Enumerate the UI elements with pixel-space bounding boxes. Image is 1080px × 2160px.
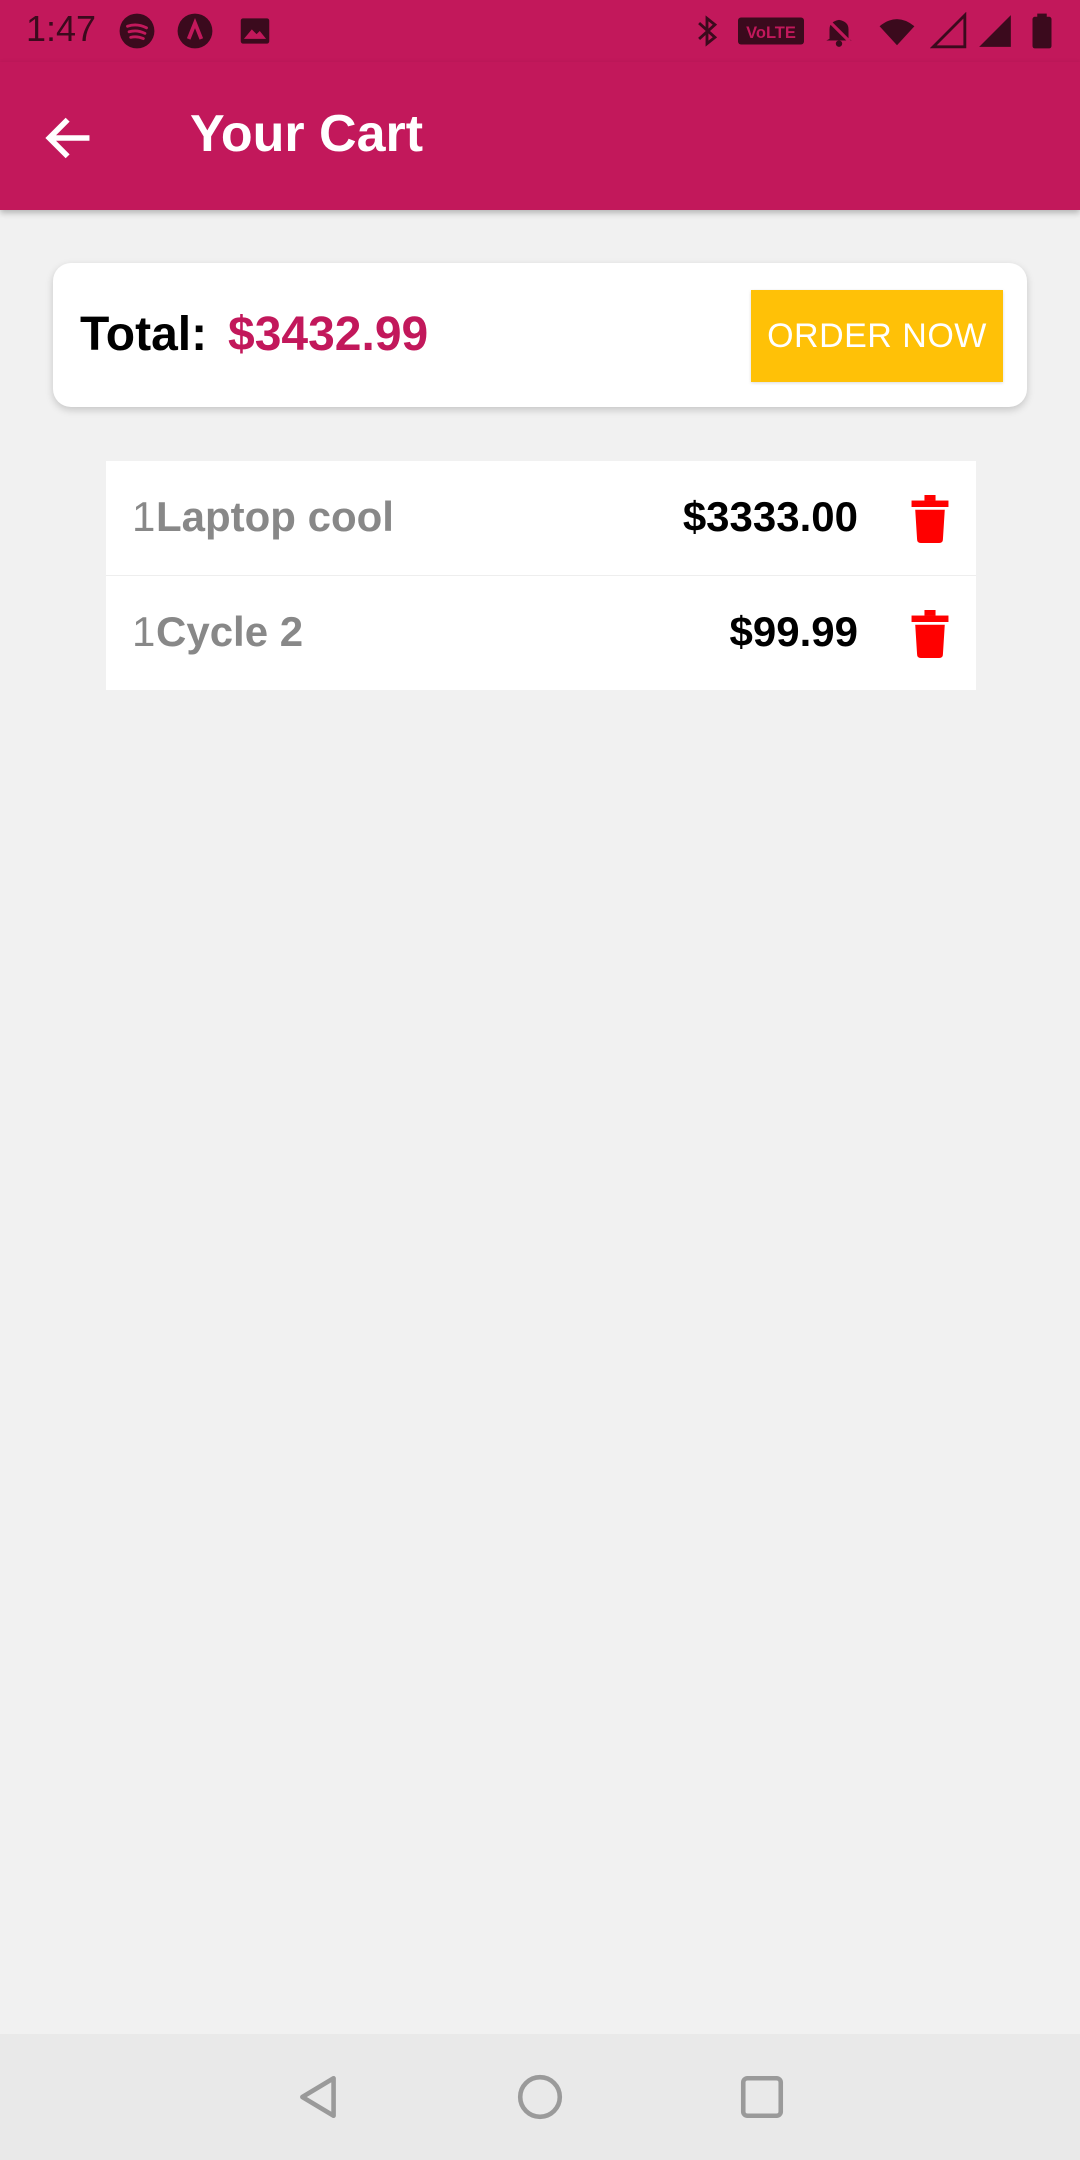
trash-icon[interactable] — [911, 610, 949, 658]
total-label: Total: — [80, 308, 208, 361]
cart-item: 1 Laptop cool $3333.00 — [106, 461, 976, 576]
app-a-icon — [176, 12, 214, 50]
wifi-icon — [878, 12, 916, 50]
bluetooth-icon — [688, 12, 726, 50]
item-quantity: 1 — [132, 608, 156, 655]
signal-icon — [976, 12, 1014, 50]
trash-icon[interactable] — [911, 495, 949, 543]
mute-bell-icon — [820, 12, 858, 50]
recents-square-icon[interactable] — [737, 2072, 787, 2122]
back-button[interactable] — [40, 110, 96, 166]
home-circle-icon[interactable] — [515, 2072, 565, 2122]
spotify-icon — [118, 12, 156, 50]
battery-icon — [1028, 12, 1056, 50]
order-now-button[interactable]: ORDER NOW — [751, 290, 1003, 382]
svg-text:VoLTE: VoLTE — [746, 24, 796, 42]
cart-items-list: 1 Laptop cool $3333.00 1 Cycle 2 $99.99 — [106, 461, 976, 690]
volte-icon: VoLTE — [738, 12, 804, 50]
signal-icon — [930, 12, 968, 50]
cart-item: 1 Cycle 2 $99.99 — [106, 576, 976, 690]
arrow-left-icon — [40, 110, 96, 166]
status-bar: 1:47 VoLTE — [0, 0, 1080, 62]
app-bar: Your Cart — [0, 62, 1080, 210]
total-summary-card: Total: $3432.99 ORDER NOW — [53, 263, 1027, 407]
item-name: Cycle 2 — [156, 608, 304, 655]
page-title: Your Cart — [190, 105, 424, 163]
total-amount: $3432.99 — [228, 308, 429, 361]
item-quantity: 1 — [132, 493, 156, 540]
status-time: 1:47 — [26, 8, 97, 49]
system-nav-bar — [0, 2034, 1080, 2160]
item-name: Laptop cool — [156, 493, 394, 540]
item-price: $3333.00 — [682, 493, 858, 540]
image-icon — [236, 12, 274, 50]
back-triangle-icon[interactable] — [294, 2072, 344, 2122]
item-price: $99.99 — [729, 608, 858, 655]
